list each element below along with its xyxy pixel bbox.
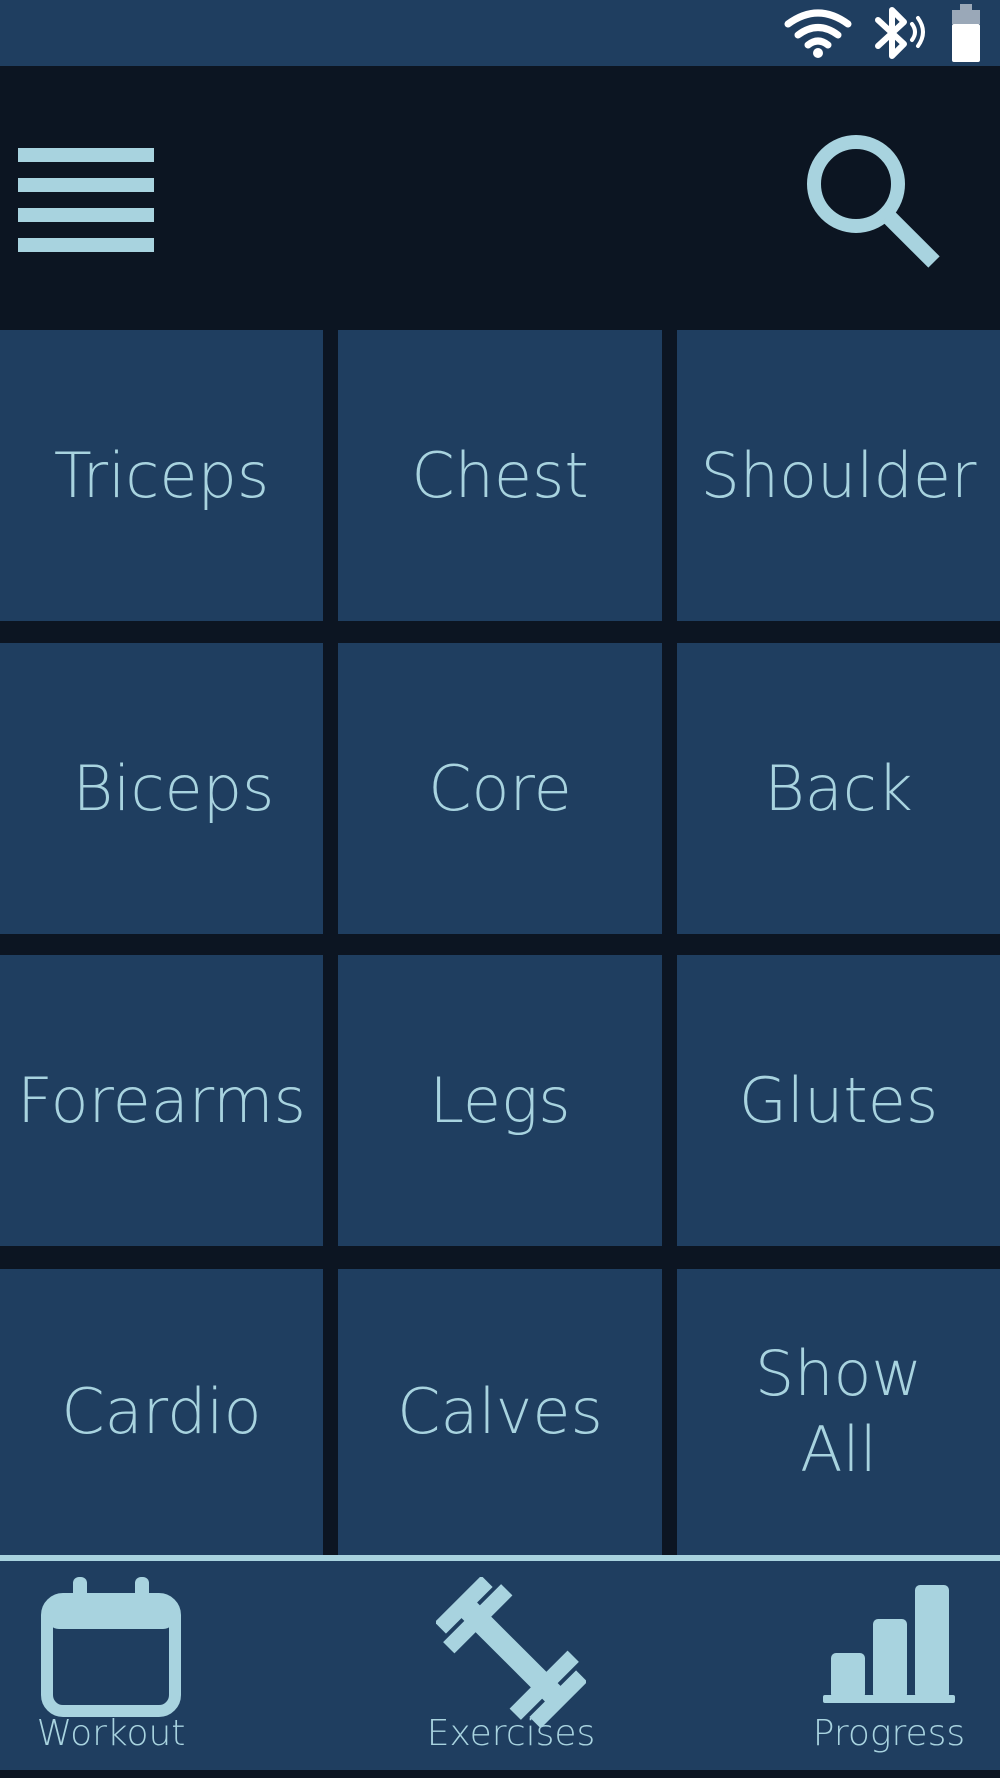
nav-item-workout[interactable]: Workout xyxy=(0,1561,222,1770)
nav-item-exercises[interactable]: Exercises xyxy=(400,1561,622,1770)
category-label: Forearms xyxy=(17,1063,306,1137)
category-tile-core[interactable]: Core xyxy=(338,643,662,934)
category-tile-show-all[interactable]: Show All xyxy=(677,1269,1000,1555)
app-root: Triceps Chest Shoulder Biceps Core Back … xyxy=(0,0,1000,1778)
status-bar xyxy=(0,0,1000,66)
wifi-icon xyxy=(784,9,852,58)
category-tile-glutes[interactable]: Glutes xyxy=(677,955,1000,1246)
category-tile-back[interactable]: Back xyxy=(677,643,1000,934)
top-toolbar xyxy=(0,66,1000,330)
dumbbell-icon xyxy=(436,1577,586,1727)
battery-icon xyxy=(952,4,980,62)
category-label: Back xyxy=(764,751,913,825)
category-tile-shoulder[interactable]: Shoulder xyxy=(677,330,1000,621)
nav-item-progress[interactable]: Progress xyxy=(778,1561,1000,1770)
calendar-icon xyxy=(41,1577,181,1717)
nav-label: Progress xyxy=(812,1713,966,1754)
bar-chart-icon xyxy=(823,1585,955,1703)
category-grid: Triceps Chest Shoulder Biceps Core Back … xyxy=(0,330,1000,1555)
category-tile-legs[interactable]: Legs xyxy=(338,955,662,1246)
bluetooth-icon xyxy=(875,7,925,59)
nav-label: Exercises xyxy=(426,1713,596,1754)
category-label: Chest xyxy=(411,438,589,512)
category-label: Cardio xyxy=(61,1375,262,1448)
nav-label: Workout xyxy=(36,1713,186,1754)
category-tile-chest[interactable]: Chest xyxy=(338,330,662,621)
hamburger-menu-icon[interactable] xyxy=(18,148,154,254)
category-label: Show All xyxy=(754,1337,923,1486)
category-label: Triceps xyxy=(53,438,270,512)
bottom-nav: Workout Exercises Progress xyxy=(0,1561,1000,1770)
search-icon[interactable] xyxy=(806,134,942,270)
category-label: Shoulder xyxy=(700,438,977,512)
category-tile-cardio[interactable]: Cardio xyxy=(0,1269,323,1555)
category-label: Glutes xyxy=(738,1063,939,1137)
bottom-edge xyxy=(0,1770,1000,1778)
category-tile-triceps[interactable]: Triceps xyxy=(0,330,323,621)
category-label: Biceps xyxy=(72,751,275,825)
category-label: Calves xyxy=(397,1375,603,1448)
category-tile-forearms[interactable]: Forearms xyxy=(0,955,323,1246)
category-tile-biceps[interactable]: Biceps xyxy=(0,643,323,934)
category-label: Core xyxy=(428,751,572,825)
category-tile-calves[interactable]: Calves xyxy=(338,1269,662,1555)
category-label: Legs xyxy=(429,1063,571,1137)
